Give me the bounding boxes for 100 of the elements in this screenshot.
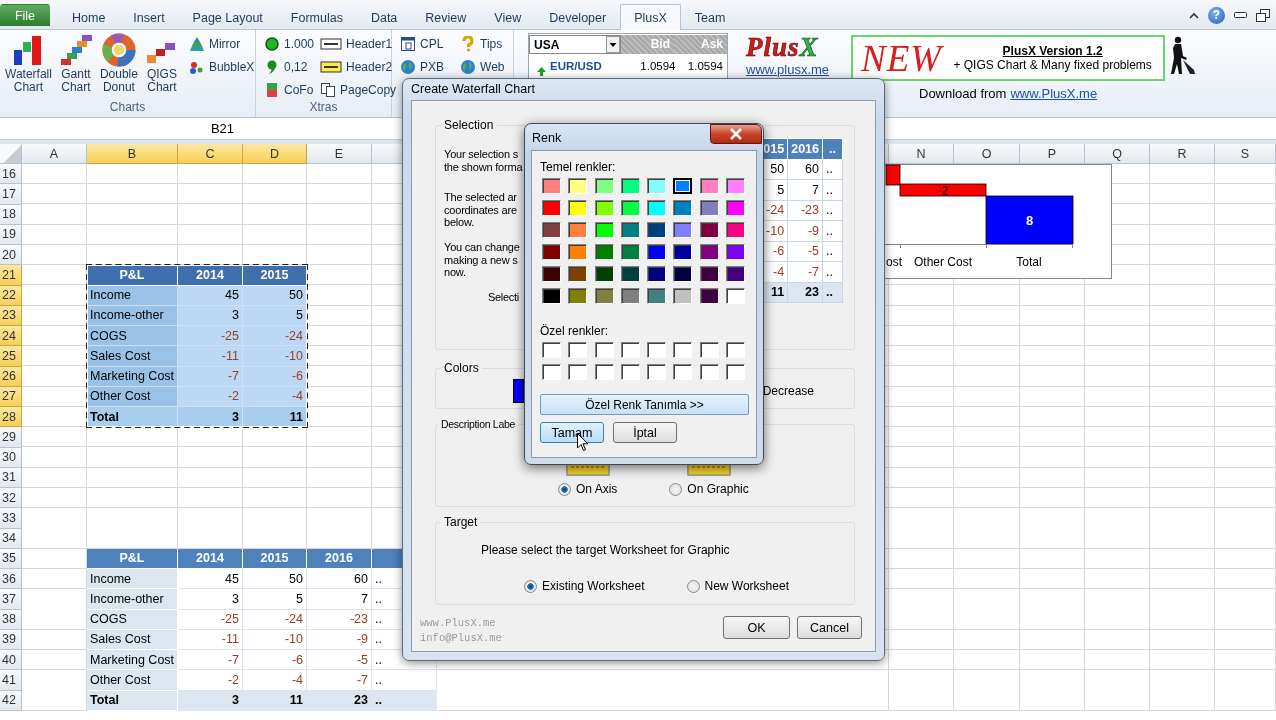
- row-header[interactable]: 30: [0, 447, 22, 468]
- color-swatch[interactable]: [542, 222, 561, 238]
- row-header[interactable]: 27: [0, 386, 22, 407]
- row-header[interactable]: 41: [0, 670, 22, 691]
- ribbon-button[interactable]: CPL: [400, 33, 444, 54]
- color-swatch[interactable]: [568, 266, 588, 282]
- color-swatch[interactable]: [699, 200, 719, 216]
- ribbon-tab[interactable]: Review: [411, 5, 481, 29]
- ribbon-tab[interactable]: Insert: [119, 5, 179, 29]
- color-swatch[interactable]: [699, 364, 719, 380]
- ribbon-button[interactable]: Waterfall Chart: [4, 33, 53, 100]
- row-header[interactable]: 32: [0, 488, 22, 509]
- ribbon-button[interactable]: QIGS Chart: [143, 33, 180, 100]
- dialog-button[interactable]: OK: [723, 616, 790, 639]
- row-header[interactable]: 26: [0, 366, 22, 387]
- radio-button[interactable]: [558, 482, 571, 496]
- color-swatch[interactable]: [673, 244, 693, 260]
- ribbon-button[interactable]: Web: [460, 56, 505, 77]
- column-header[interactable]: O: [954, 144, 1020, 164]
- color-swatch[interactable]: [594, 244, 614, 260]
- color-swatch[interactable]: [726, 178, 746, 194]
- ribbon-button[interactable]: CoFo: [264, 79, 315, 100]
- ribbon-button[interactable]: Tips: [460, 33, 505, 54]
- row-header[interactable]: 25: [0, 346, 22, 367]
- color-swatch[interactable]: [726, 266, 746, 282]
- color-swatch[interactable]: [699, 222, 719, 238]
- color-swatch[interactable]: [726, 200, 746, 216]
- row-header[interactable]: 22: [0, 285, 22, 306]
- column-header[interactable]: B: [87, 144, 178, 164]
- color-swatch[interactable]: [673, 342, 693, 358]
- ribbon-button[interactable]: 1.000: [264, 33, 315, 54]
- column-header[interactable]: N: [889, 144, 954, 164]
- color-swatch[interactable]: [647, 266, 667, 282]
- radio-button[interactable]: [669, 482, 683, 496]
- color-swatch[interactable]: [513, 379, 524, 403]
- color-swatch[interactable]: [726, 288, 746, 304]
- column-header[interactable]: C: [178, 144, 243, 164]
- ribbon-button[interactable]: Header2: [320, 56, 397, 77]
- color-swatch[interactable]: [726, 222, 746, 238]
- color-swatch[interactable]: [542, 288, 561, 304]
- column-header[interactable]: Q: [1085, 144, 1150, 164]
- color-swatch[interactable]: [594, 342, 614, 358]
- row-header[interactable]: 18: [0, 204, 22, 225]
- row-header[interactable]: 40: [0, 650, 22, 671]
- row-header[interactable]: 36: [0, 569, 22, 590]
- row-header[interactable]: 20: [0, 245, 22, 266]
- ribbon-tab[interactable]: File: [0, 4, 50, 26]
- color-swatch[interactable]: [620, 342, 640, 358]
- ribbon-button[interactable]: PXB: [400, 56, 444, 77]
- column-header[interactable]: E: [307, 144, 372, 164]
- color-swatch[interactable]: [594, 222, 614, 238]
- color-swatch[interactable]: [594, 200, 614, 216]
- color-swatch[interactable]: [568, 222, 588, 238]
- download-link[interactable]: www.PlusX.me: [1010, 86, 1098, 101]
- radio-button[interactable]: [524, 579, 537, 593]
- color-swatch[interactable]: [726, 364, 746, 380]
- ribbon-tab[interactable]: Developer: [535, 5, 621, 29]
- color-swatch[interactable]: [594, 266, 614, 282]
- color-swatch[interactable]: [542, 266, 561, 282]
- color-swatch[interactable]: [699, 178, 719, 194]
- color-swatch[interactable]: [542, 200, 561, 216]
- color-swatch[interactable]: [673, 266, 693, 282]
- website-link[interactable]: www.plusx.me: [746, 62, 830, 77]
- row-header[interactable]: 38: [0, 609, 22, 630]
- color-swatch[interactable]: [620, 222, 640, 238]
- ribbon-button[interactable]: Double Donut: [98, 33, 139, 100]
- color-swatch[interactable]: [726, 342, 746, 358]
- row-header[interactable]: 28: [0, 407, 22, 428]
- color-swatch[interactable]: [620, 244, 640, 260]
- define-colors-button[interactable]: Özel Renk Tanımla >>: [540, 394, 749, 415]
- color-swatch[interactable]: [699, 288, 719, 304]
- row-header[interactable]: 35: [0, 548, 22, 569]
- column-header[interactable]: P: [1020, 144, 1085, 164]
- ribbon-tab[interactable]: PlusX: [620, 4, 681, 30]
- color-swatch[interactable]: [568, 178, 588, 194]
- ribbon-button[interactable]: 0,12: [264, 56, 315, 77]
- row-header[interactable]: 31: [0, 467, 22, 488]
- color-swatch[interactable]: [594, 364, 614, 380]
- color-swatch[interactable]: [620, 364, 640, 380]
- ribbon-button[interactable]: Mirror: [188, 33, 255, 54]
- color-swatch[interactable]: [620, 266, 640, 282]
- column-header[interactable]: D: [243, 144, 307, 164]
- color-swatch[interactable]: [647, 288, 667, 304]
- row-header[interactable]: 23: [0, 305, 22, 326]
- row-header[interactable]: 19: [0, 224, 22, 245]
- dialog-button[interactable]: İptal: [613, 422, 677, 443]
- ribbon-button[interactable]: BubbleX: [188, 56, 255, 77]
- color-swatch[interactable]: [647, 200, 667, 216]
- color-swatch[interactable]: [568, 288, 588, 304]
- close-button[interactable]: [710, 124, 762, 144]
- row-header[interactable]: 39: [0, 629, 22, 650]
- row-header[interactable]: 17: [0, 184, 22, 205]
- dialog-button[interactable]: Cancel: [797, 616, 862, 639]
- color-swatch[interactable]: [699, 266, 719, 282]
- color-swatch[interactable]: [542, 364, 561, 380]
- color-swatch[interactable]: [594, 178, 614, 194]
- row-header[interactable]: 24: [0, 326, 22, 347]
- color-swatch[interactable]: [673, 222, 693, 238]
- ribbon-tab[interactable]: Formulas: [276, 5, 357, 29]
- market-dropdown[interactable]: USA: [529, 35, 621, 54]
